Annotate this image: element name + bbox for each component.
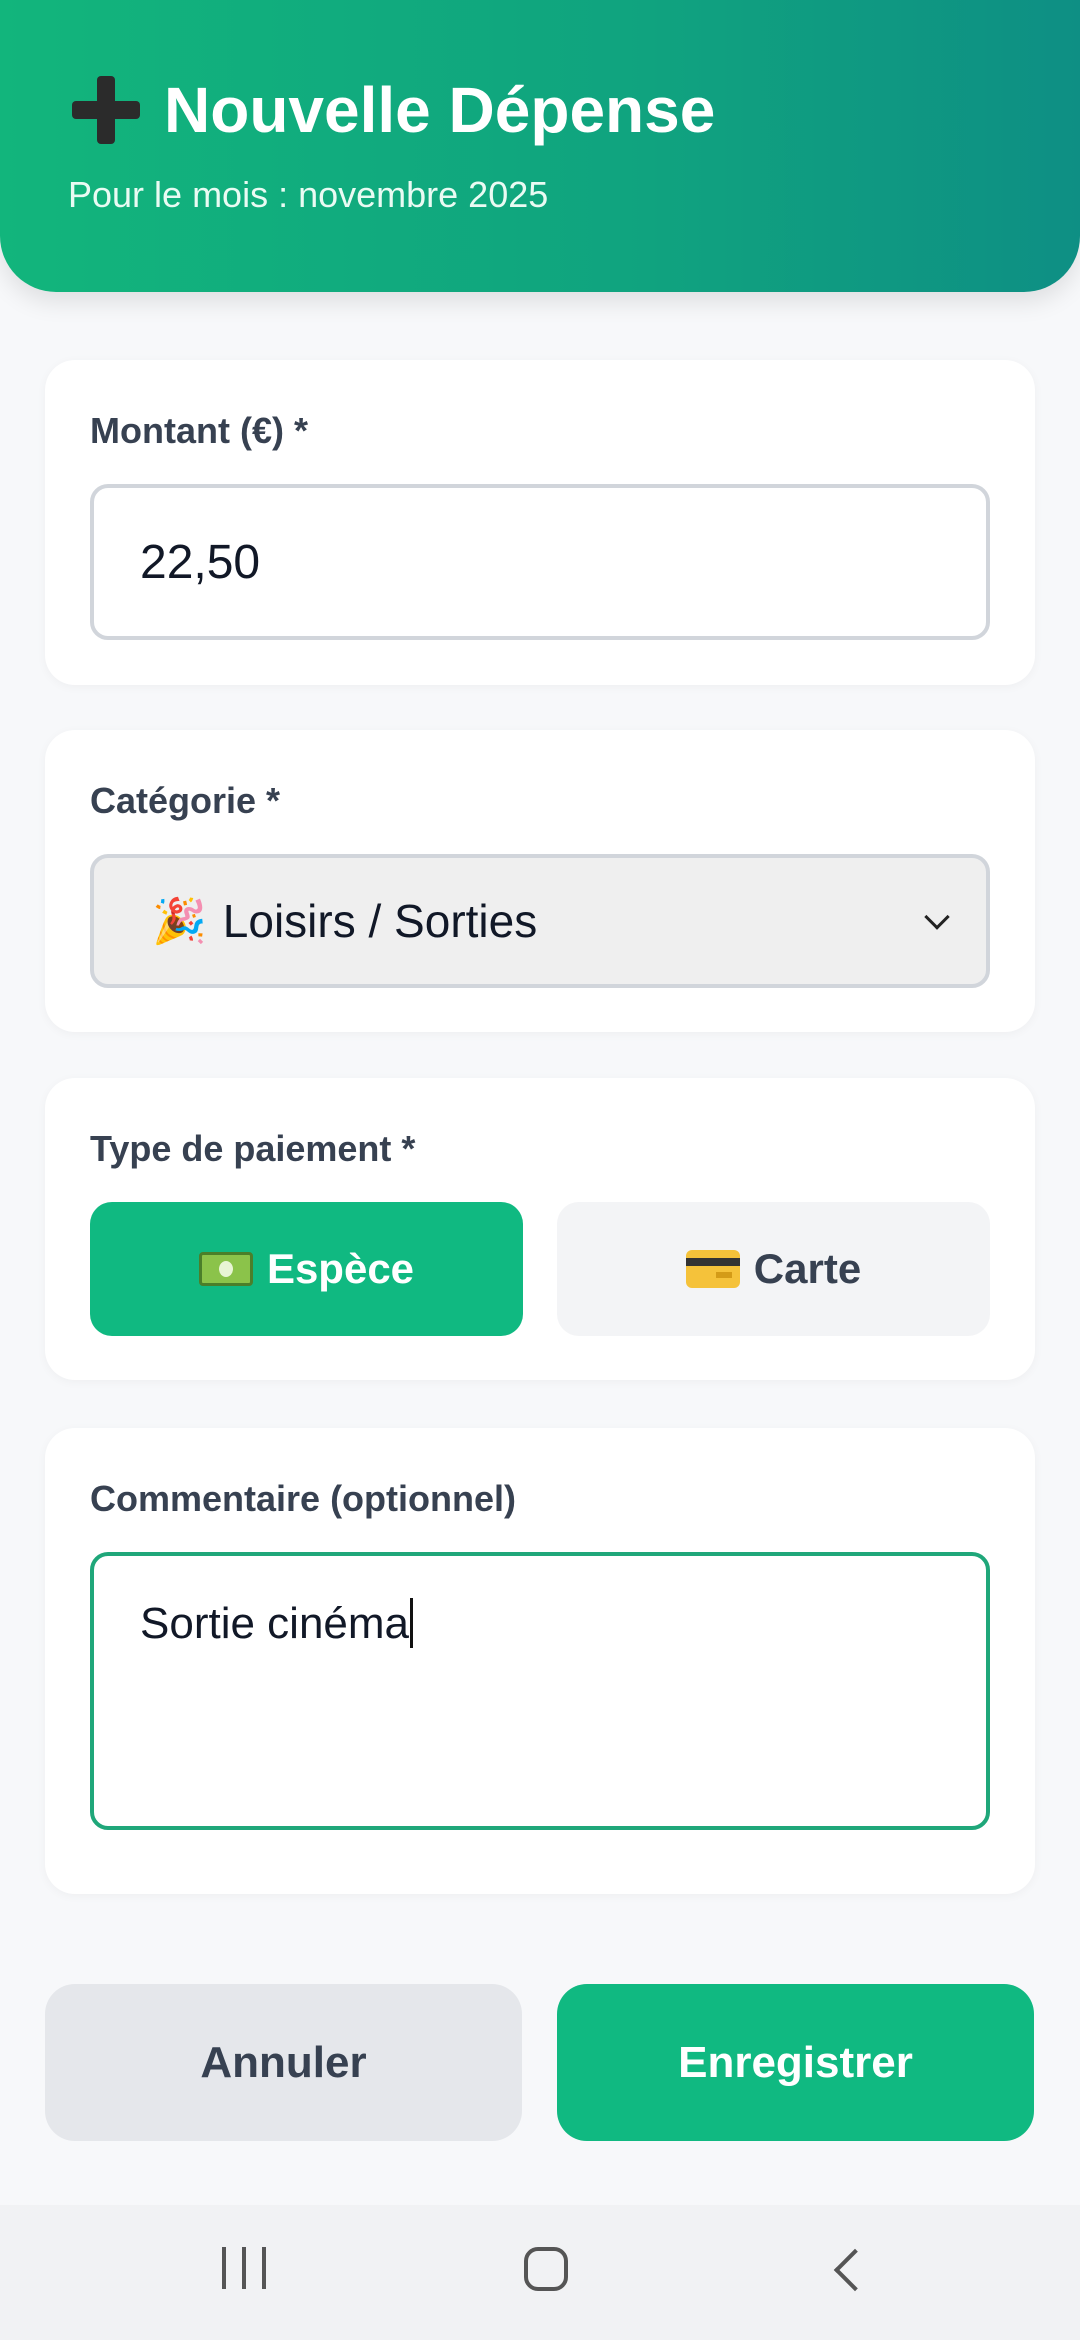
comment-card: Commentaire (optionnel) Sortie cinéma (45, 1428, 1035, 1894)
comment-value: Sortie cinéma (140, 1599, 410, 1648)
plus-icon (68, 72, 144, 148)
party-popper-icon: 🎉 (152, 897, 207, 946)
amount-label: Montant (€) * (90, 410, 308, 451)
page-subtitle: Pour le mois : novembre 2025 (68, 174, 549, 215)
amount-card: Montant (€) * 22,50 (45, 360, 1035, 685)
credit-card-icon (685, 1250, 740, 1288)
category-select[interactable]: 🎉 Loisirs / Sorties (90, 854, 990, 988)
save-button[interactable]: Enregistrer (557, 1984, 1034, 2141)
page-title-text: Nouvelle Dépense (164, 74, 716, 146)
amount-input[interactable]: 22,50 (90, 484, 990, 640)
recent-apps-icon[interactable] (222, 2247, 266, 2289)
comment-textarea[interactable]: Sortie cinéma (90, 1552, 990, 1830)
amount-value: 22,50 (140, 535, 261, 589)
payment-cash-label: Espèce (266, 1245, 415, 1292)
payment-card-label: Carte (753, 1245, 862, 1292)
payment-cash-button[interactable]: Espèce (90, 1202, 523, 1336)
home-icon[interactable] (524, 2247, 568, 2291)
category-label: Catégorie * (90, 780, 281, 821)
page-header: Nouvelle Dépense Pour le mois : novembre… (0, 0, 1080, 292)
cancel-button[interactable]: Annuler (45, 1984, 522, 2141)
chevron-down-icon (924, 904, 950, 930)
payment-label: Type de paiement * (90, 1128, 416, 1169)
category-selected-value: Loisirs / Sorties (222, 895, 538, 947)
payment-card-button[interactable]: Carte (557, 1202, 990, 1336)
text-cursor (410, 1598, 414, 1648)
category-card: Catégorie * 🎉 Loisirs / Sorties (45, 730, 1035, 1032)
payment-card: Type de paiement * Espèce Carte (45, 1078, 1035, 1380)
page-title: Nouvelle Dépense (68, 72, 715, 148)
back-icon[interactable] (833, 2248, 877, 2292)
system-nav-bar (0, 2205, 1080, 2340)
cash-icon (198, 1252, 253, 1286)
comment-label: Commentaire (optionnel) (90, 1478, 517, 1519)
